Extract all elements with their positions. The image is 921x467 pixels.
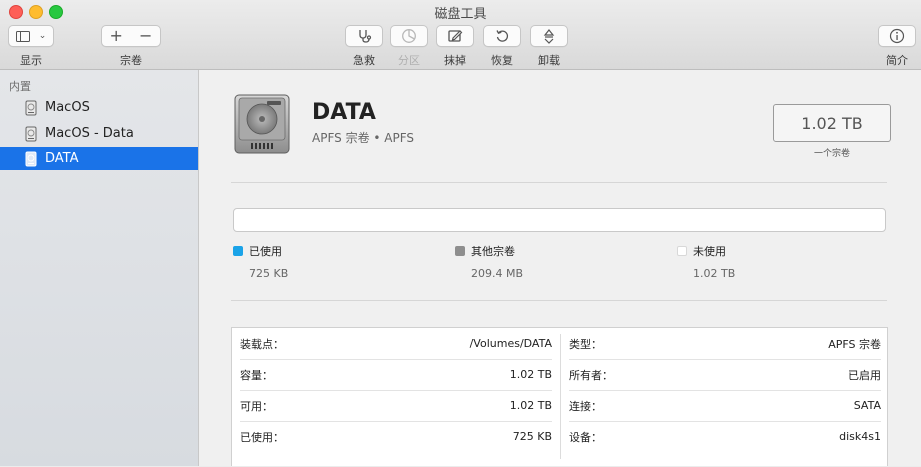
erase-icon <box>448 30 463 42</box>
info-table: 装载点： /Volumes/DATA 容量： 1.02 TB 可用： 1.02 … <box>231 327 888 466</box>
eject-icon <box>543 29 555 44</box>
toolbar: 磁盘工具 ⌄ 显示 + − 宗卷 急救 分区 抹掉 恢复 卸载 简介 <box>0 0 921 70</box>
restore-button[interactable] <box>483 25 521 47</box>
legend-used-value: 725 KB <box>249 267 289 280</box>
free-swatch <box>677 246 687 256</box>
capacity-value: 1.02 TB <box>801 113 863 133</box>
sidebar-item-macos[interactable]: MacOS <box>0 96 198 119</box>
sidebar: 内置 MacOS MacOS - Data DATA <box>0 70 199 466</box>
info-row: 设备： disk4s1 <box>569 421 881 452</box>
divider <box>231 182 887 183</box>
volume-segmented-control: + − <box>101 25 161 47</box>
volume-label: 宗卷 <box>120 54 142 67</box>
erase-label: 抹掉 <box>444 54 466 67</box>
window-title: 磁盘工具 <box>434 7 487 22</box>
restore-icon <box>496 30 509 42</box>
info-value: 1.02 TB <box>509 368 552 381</box>
info-value: 725 KB <box>512 430 552 443</box>
info-key: 设备： <box>569 430 602 444</box>
sidebar-item-label: DATA <box>45 151 79 166</box>
info-row: 类型： APFS 宗卷 <box>569 328 881 360</box>
sidebar-item-macos-data[interactable]: MacOS - Data <box>0 122 198 145</box>
disk-utility-window: 磁盘工具 ⌄ 显示 + − 宗卷 急救 分区 抹掉 恢复 卸载 简介 内置 Ma… <box>0 0 921 466</box>
sidebar-item-data[interactable]: DATA <box>0 147 198 170</box>
info-value: APFS 宗卷 <box>828 337 881 351</box>
unmount-button[interactable] <box>530 25 568 47</box>
info-row: 连接： SATA <box>569 390 881 422</box>
disk-subtitle: APFS 宗卷 • APFS <box>312 131 415 145</box>
info-key: 所有者： <box>569 368 613 382</box>
legend-other-volumes: 其他宗卷 209.4 MB <box>455 243 523 280</box>
sidebar-item-label: MacOS - Data <box>45 126 134 141</box>
info-key: 已使用： <box>240 430 284 444</box>
info-label: 简介 <box>886 54 908 67</box>
partition-label: 分区 <box>398 54 420 67</box>
drive-icon <box>23 126 39 142</box>
capacity-caption: 一个宗卷 <box>813 149 850 159</box>
info-row: 所有者： 已启用 <box>569 359 881 391</box>
restore-label: 恢复 <box>491 54 513 67</box>
info-row: 可用： 1.02 TB <box>240 390 552 422</box>
view-label: 显示 <box>20 54 42 67</box>
other-volumes-swatch <box>455 246 465 256</box>
first-aid-label: 急救 <box>353 54 375 67</box>
sidebar-item-label: MacOS <box>45 100 90 115</box>
main-panel: DATA APFS 宗卷 • APFS 1.02 TB 一个宗卷 已使用 725… <box>199 70 921 466</box>
info-key: 类型： <box>569 337 602 351</box>
pie-partition-icon <box>402 29 416 43</box>
legend-free-name: 未使用 <box>693 245 726 258</box>
info-value: disk4s1 <box>839 430 881 443</box>
hard-drive-icon <box>234 94 290 154</box>
drive-icon <box>23 151 39 167</box>
legend-other-value: 209.4 MB <box>471 267 524 280</box>
info-column-right: 类型： APFS 宗卷 所有者： 已启用 连接： SATA 设备： disk4s… <box>561 328 889 467</box>
legend-free-value: 1.02 TB <box>693 267 736 280</box>
usage-bar <box>233 208 886 232</box>
legend-other-name: 其他宗卷 <box>471 245 515 258</box>
remove-volume-button[interactable]: − <box>132 26 161 46</box>
partition-button[interactable] <box>390 25 428 47</box>
legend-free: 未使用 1.02 TB <box>677 243 735 280</box>
info-key: 容量： <box>240 368 273 382</box>
stethoscope-icon <box>359 30 372 43</box>
info-row: 容量： 1.02 TB <box>240 359 552 391</box>
add-volume-button[interactable]: + <box>102 26 131 46</box>
info-value: SATA <box>853 399 881 412</box>
unmount-label: 卸载 <box>538 54 560 67</box>
capacity-box: 1.02 TB <box>773 104 891 142</box>
info-button[interactable] <box>878 25 916 47</box>
info-value: /Volumes/DATA <box>469 337 552 350</box>
used-swatch <box>233 246 243 256</box>
legend-used: 已使用 725 KB <box>233 243 288 280</box>
drive-icon <box>23 100 39 116</box>
first-aid-button[interactable] <box>345 25 383 47</box>
info-column-left: 装载点： /Volumes/DATA 容量： 1.02 TB 可用： 1.02 … <box>232 328 560 467</box>
info-row: 装载点： /Volumes/DATA <box>240 328 552 360</box>
legend-used-name: 已使用 <box>249 245 282 258</box>
info-icon <box>889 28 905 44</box>
sidebar-section-internal: 内置 <box>9 80 31 93</box>
info-key: 连接： <box>569 399 602 413</box>
sidebar-icon <box>15 30 30 42</box>
view-button[interactable]: ⌄ <box>8 25 54 47</box>
info-value: 1.02 TB <box>509 399 552 412</box>
erase-button[interactable] <box>436 25 474 47</box>
info-key: 可用： <box>240 399 273 413</box>
info-row: 已使用： 725 KB <box>240 421 552 452</box>
disk-name: DATA <box>312 100 376 125</box>
chevron-down-icon: ⌄ <box>38 31 47 41</box>
divider <box>231 300 887 301</box>
info-key: 装载点： <box>240 337 284 351</box>
info-value: 已启用 <box>848 368 881 382</box>
